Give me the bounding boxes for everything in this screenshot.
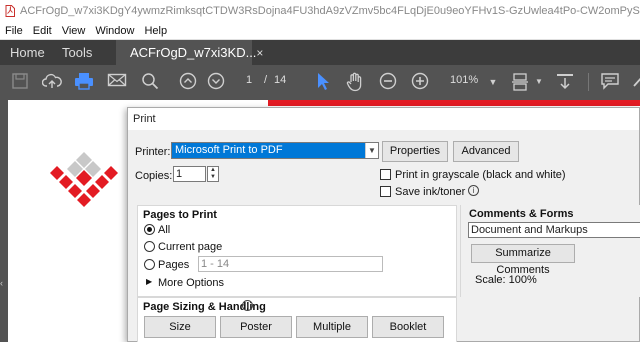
pdf-file-icon [5, 5, 15, 17]
all-pages-radio[interactable] [144, 224, 155, 235]
menu-file[interactable]: File [0, 25, 28, 37]
comments-forms-select[interactable]: Document and Markups [468, 222, 640, 238]
printer-label: Printer: [135, 146, 171, 158]
zoom-out-icon[interactable] [378, 72, 398, 92]
hand-tool-icon[interactable] [345, 72, 365, 92]
stepper-up-icon[interactable]: ▲ [208, 167, 218, 174]
page-header-red-bar [268, 100, 640, 106]
sizing-info-icon[interactable]: i [242, 300, 253, 311]
next-page-icon[interactable] [206, 72, 226, 92]
grayscale-checkbox[interactable] [380, 169, 391, 180]
menu-bar: File Edit View Window Help [0, 22, 640, 40]
page-sizing-panel: Page Sizing & Handling i Size Poster Mul… [137, 297, 457, 342]
save-ink-label: Save ink/toner [395, 186, 466, 198]
window-title: ACFrOgD_w7xi3KDgY4ywmzRimksqtCTDW3RsDojn… [20, 5, 640, 17]
poster-button[interactable]: Poster [220, 316, 292, 338]
copies-stepper[interactable]: ▲ ▼ [207, 166, 219, 182]
comments-forms-panel: Comments & Forms Document and Markups Su… [460, 205, 640, 297]
menu-help[interactable]: Help [139, 25, 172, 37]
scale-label: Scale: 100% [475, 274, 537, 286]
company-logo [46, 150, 126, 210]
all-pages-label: All [158, 224, 171, 236]
grayscale-label: Print in grayscale (black and white) [395, 169, 566, 181]
comment-icon[interactable] [600, 72, 620, 92]
sign-icon[interactable] [628, 72, 640, 92]
previous-page-icon[interactable] [178, 72, 198, 92]
menu-edit[interactable]: Edit [28, 25, 57, 37]
booklet-button[interactable]: Booklet [372, 316, 444, 338]
search-icon[interactable] [140, 72, 160, 92]
current-page-radio[interactable] [144, 241, 155, 252]
pages-range-label: Pages [158, 259, 190, 271]
pages-range-radio[interactable] [144, 259, 155, 270]
summarize-comments-button[interactable]: Summarize Comments [471, 244, 575, 276]
print-icon[interactable] [74, 72, 94, 92]
page-separator: / [264, 74, 268, 86]
expand-left-panel-icon[interactable]: ‹ [0, 276, 8, 290]
printer-select-value: Microsoft Print to PDF [172, 143, 365, 158]
pages-range-field[interactable]: 1 - 14 [198, 256, 383, 272]
menu-view[interactable]: View [57, 25, 91, 37]
download-icon[interactable] [555, 72, 575, 92]
dialog-title: Print [128, 108, 639, 130]
copies-field[interactable]: 1 [173, 166, 206, 182]
page-number-input[interactable]: 1 [246, 74, 252, 86]
pages-to-print-header: Pages to Print [143, 209, 217, 221]
tab-bar: Home Tools ACFrOgD_w7xi3KD... × [0, 40, 640, 65]
chevron-down-icon[interactable]: ▼ [483, 72, 503, 92]
save-ink-checkbox[interactable] [380, 186, 391, 197]
tab-home[interactable]: Home [0, 40, 52, 65]
tab-document[interactable]: ACFrOgD_w7xi3KD... × [116, 40, 263, 65]
toolbar-divider [588, 73, 589, 91]
zoom-in-icon[interactable] [410, 72, 430, 92]
copies-label: Copies: [135, 170, 173, 182]
comments-forms-header: Comments & Forms [469, 208, 574, 220]
zoom-level[interactable]: 101% [450, 74, 478, 86]
pages-to-print-panel: Pages to Print All Current page Pages 1 … [137, 205, 457, 297]
stepper-down-icon[interactable]: ▼ [208, 174, 218, 181]
chevron-down-icon: ▼ [365, 143, 378, 158]
info-icon[interactable]: i [468, 185, 479, 196]
print-dialog: Print Printer: Microsoft Print to PDF ▼ … [127, 107, 640, 342]
printer-select[interactable]: Microsoft Print to PDF ▼ [171, 142, 379, 159]
properties-button[interactable]: Properties [382, 141, 448, 162]
expand-triangle-icon[interactable]: ▶ [146, 277, 152, 286]
tab-tools[interactable]: Tools [52, 40, 116, 65]
email-icon[interactable] [107, 72, 127, 92]
close-tab-icon[interactable]: × [256, 46, 263, 60]
cloud-upload-icon[interactable] [41, 72, 62, 92]
multiple-button[interactable]: Multiple [296, 316, 368, 338]
save-icon[interactable] [10, 72, 30, 92]
size-button[interactable]: Size [144, 316, 216, 338]
current-page-label: Current page [158, 241, 223, 253]
advanced-button[interactable]: Advanced [453, 141, 519, 162]
page-layout-icon[interactable] [511, 72, 531, 92]
layout-chevron-icon[interactable]: ▼ [529, 72, 549, 92]
menu-window[interactable]: Window [90, 25, 139, 37]
more-options-link[interactable]: More Options [158, 277, 224, 289]
window-title-bar: ACFrOgD_w7xi3KDgY4ywmzRimksqtCTDW3RsDojn… [0, 0, 640, 22]
page-total: 14 [274, 74, 287, 86]
tab-document-label: ACFrOgD_w7xi3KD... [130, 45, 257, 60]
select-cursor-icon[interactable] [313, 72, 333, 92]
toolbar: 1 / 14 101% ▼ ▼ [0, 65, 640, 98]
